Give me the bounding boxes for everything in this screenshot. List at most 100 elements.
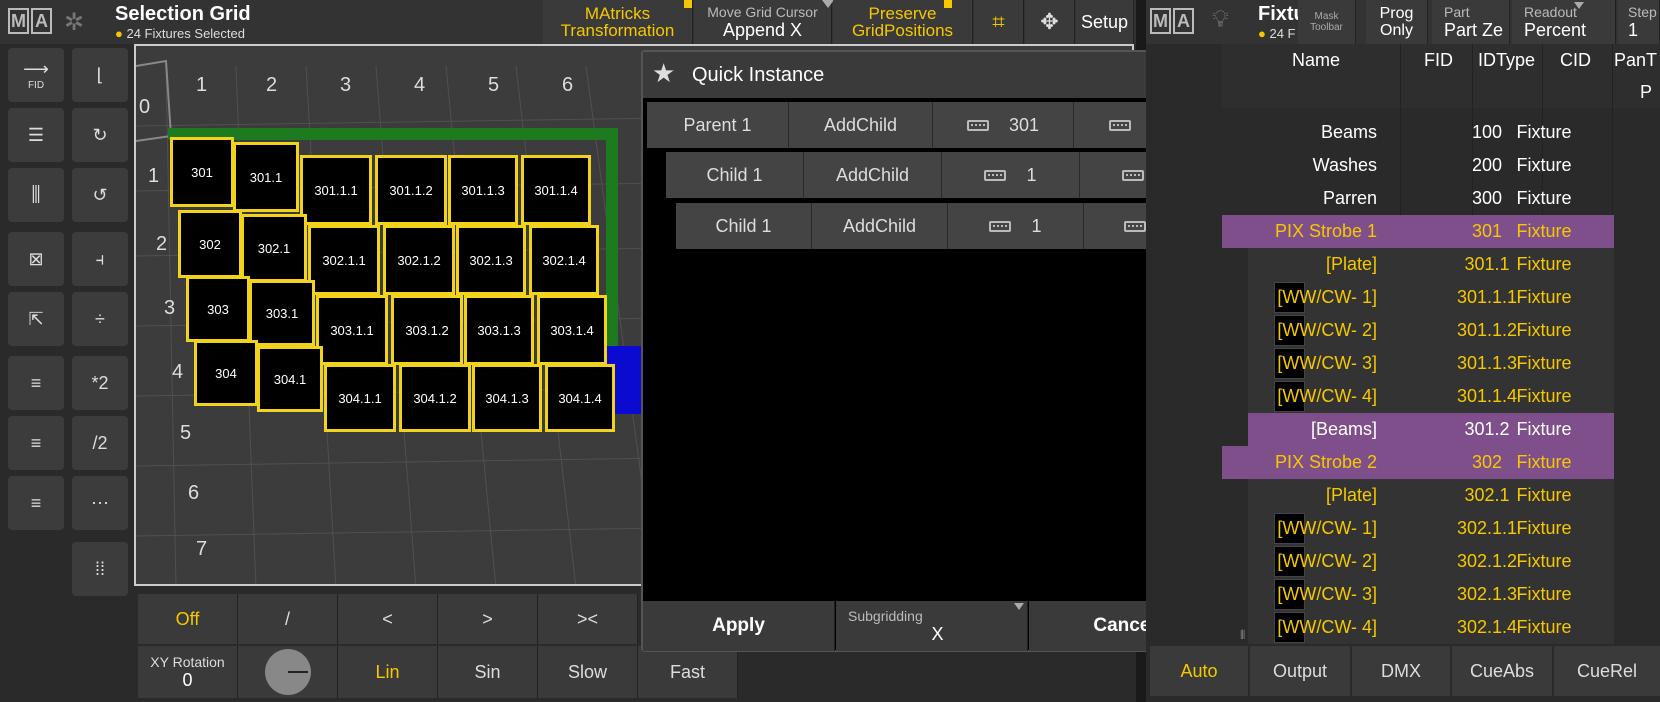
fixture-cell[interactable]: 301 bbox=[170, 137, 234, 207]
less-than-button[interactable]: < bbox=[338, 594, 438, 644]
tab-cuerel[interactable]: CueRel bbox=[1554, 646, 1660, 696]
table-row[interactable]: [WW/CW- 1] 301.1.1 Fixture bbox=[1222, 281, 1614, 314]
ma-logo[interactable]: MA bbox=[8, 8, 52, 34]
table-row[interactable]: PIX Strobe 2 302 Fixture bbox=[1222, 446, 1614, 479]
keyboard-icon[interactable] bbox=[989, 220, 1012, 232]
header-fid[interactable]: FID bbox=[1424, 50, 1453, 71]
multiply-2-button[interactable]: *2 bbox=[72, 356, 128, 410]
keyboard-icon[interactable] bbox=[966, 119, 989, 131]
fast-button[interactable]: Fast bbox=[638, 646, 738, 698]
fixture-cell[interactable]: 303.1.1 bbox=[316, 295, 388, 365]
fixture-cell[interactable]: 302.1.2 bbox=[383, 225, 455, 295]
table-row[interactable]: [WW/CW- 3] 302.1.3 Fixture bbox=[1222, 578, 1614, 611]
subgridding-select[interactable]: Subgridding X bbox=[836, 601, 1028, 651]
preserve-gridpositions-button[interactable]: Preserve GridPositions bbox=[833, 0, 973, 44]
slow-button[interactable]: Slow bbox=[538, 646, 638, 698]
shrink-icon[interactable]: ⊠ bbox=[8, 232, 64, 286]
rotate-cw-icon[interactable]: ↻ bbox=[72, 108, 128, 162]
fixture-cell[interactable]: 303 bbox=[186, 276, 250, 342]
move-arrows-icon[interactable]: ✥ bbox=[1025, 0, 1075, 44]
table-row[interactable]: [WW/CW- 1] 302.1.1 Fixture bbox=[1222, 512, 1614, 545]
rotation-dial[interactable] bbox=[238, 646, 338, 698]
readout-select[interactable]: Readout Percent bbox=[1512, 0, 1616, 44]
vertical-lines-icon[interactable]: ⫼ bbox=[8, 168, 64, 222]
move-grid-cursor-button[interactable]: Move Grid Cursor Append X bbox=[694, 0, 832, 44]
matricks-transformation-button[interactable]: MAtricks Transformation bbox=[543, 0, 693, 44]
align-lines-icon[interactable]: ☰ bbox=[8, 108, 64, 162]
fixture-cell[interactable]: 304.1.1 bbox=[324, 364, 396, 432]
fixture-cell[interactable]: 303.1.2 bbox=[391, 295, 463, 365]
fixture-cell[interactable]: 301.1.4 bbox=[521, 155, 591, 225]
fixture-cell[interactable]: 304.1.3 bbox=[472, 364, 542, 432]
table-row[interactable]: Parren 300 Fixture bbox=[1222, 182, 1614, 215]
table-row[interactable]: Beams 100 Fixture bbox=[1222, 116, 1614, 149]
row-name[interactable]: Child 1 bbox=[676, 203, 812, 249]
align-right-icon[interactable]: ≡ bbox=[8, 476, 64, 530]
tab-auto[interactable]: Auto bbox=[1150, 646, 1248, 696]
fixture-cell[interactable]: 304 bbox=[194, 340, 258, 406]
table-row[interactable]: [Plate] 301.1 Fixture bbox=[1222, 248, 1614, 281]
lin-button[interactable]: Lin bbox=[338, 646, 438, 698]
table-row[interactable]: PIX Strobe 1 301 Fixture bbox=[1222, 215, 1614, 248]
align-left-icon[interactable]: ≡ bbox=[8, 356, 64, 410]
sin-button[interactable]: Sin bbox=[438, 646, 538, 698]
fixture-cell[interactable]: 301.1.2 bbox=[375, 155, 447, 225]
table-row[interactable]: [WW/CW- 4] 302.1.4 Fixture bbox=[1222, 611, 1614, 644]
xy-rotation-field[interactable]: XY Rotation 0 bbox=[138, 646, 238, 698]
fixture-cell[interactable]: 302.1.3 bbox=[456, 225, 526, 295]
header-name[interactable]: Name bbox=[1292, 50, 1340, 71]
align-center-icon[interactable]: ≡ bbox=[8, 416, 64, 470]
fid-arrow-button[interactable]: ⟶ FID bbox=[8, 48, 64, 102]
row-name[interactable]: Child 1 bbox=[666, 152, 804, 198]
table-row[interactable]: [WW/CW- 3] 301.1.3 Fixture bbox=[1222, 347, 1614, 380]
table-row[interactable]: [WW/CW- 2] 302.1.2 Fixture bbox=[1222, 545, 1614, 578]
mask-toolbar-button[interactable]: Mask Toolbar bbox=[1298, 0, 1356, 44]
addchild-button[interactable]: AddChild bbox=[789, 102, 933, 148]
prog-only-button[interactable]: Prog Only bbox=[1366, 0, 1428, 44]
addchild-button[interactable]: AddChild bbox=[804, 152, 942, 198]
grid-mode-icon[interactable]: ⌗ bbox=[974, 0, 1024, 44]
scroll-handle[interactable]: ⦀ bbox=[1240, 628, 1276, 642]
part-select[interactable]: Part Part Ze bbox=[1432, 0, 1510, 44]
fixture-cell[interactable]: 304.1 bbox=[257, 346, 323, 412]
table-row[interactable]: [WW/CW- 2] 301.1.2 Fixture bbox=[1222, 314, 1614, 347]
fixture-cell[interactable]: 303.1.3 bbox=[464, 295, 534, 365]
grid-dots-icon[interactable]: ⁞⁞ bbox=[72, 542, 128, 596]
from-field[interactable]: 1 bbox=[948, 203, 1084, 249]
header-pant[interactable]: PanT bbox=[1614, 50, 1657, 71]
keyboard-icon[interactable] bbox=[1122, 169, 1145, 181]
setup-button[interactable]: Setup bbox=[1076, 0, 1134, 44]
divide-2-button[interactable]: /2 bbox=[72, 416, 128, 470]
off-button[interactable]: Off bbox=[138, 594, 238, 644]
addchild-button[interactable]: AddChild bbox=[812, 203, 948, 249]
from-field[interactable]: 1 bbox=[942, 152, 1080, 198]
fixture-cell[interactable]: 301.1 bbox=[233, 142, 299, 212]
header-p[interactable]: P bbox=[1640, 82, 1652, 103]
from-field[interactable]: 301 bbox=[933, 102, 1074, 148]
bulb-icon[interactable]: 💡︎ bbox=[1212, 6, 1229, 34]
slash-button[interactable]: / bbox=[238, 594, 338, 644]
apply-button[interactable]: Apply bbox=[643, 601, 835, 651]
tab-dmx[interactable]: DMX bbox=[1352, 646, 1450, 696]
table-row[interactable]: [Plate] 302.1 Fixture bbox=[1222, 479, 1614, 512]
keyboard-icon[interactable] bbox=[1124, 220, 1147, 232]
fixture-cell[interactable]: 302 bbox=[178, 210, 242, 278]
split-vertical-icon[interactable]: ⫞ bbox=[72, 232, 128, 286]
greater-than-button[interactable]: > bbox=[438, 594, 538, 644]
table-row[interactable]: Washes 200 Fixture bbox=[1222, 149, 1614, 182]
ma-logo[interactable]: MA bbox=[1150, 8, 1194, 34]
row-name[interactable]: Parent 1 bbox=[647, 102, 789, 148]
dots-icon[interactable]: ⋯ bbox=[72, 476, 128, 530]
converge-button[interactable]: >< bbox=[538, 594, 638, 644]
header-cid[interactable]: CID bbox=[1560, 50, 1591, 71]
fixture-cell[interactable]: 301.1.3 bbox=[448, 155, 518, 225]
tab-cueabs[interactable]: CueAbs bbox=[1452, 646, 1552, 696]
rotate-ccw-icon[interactable]: ↺ bbox=[72, 168, 128, 222]
corner-arrow-icon[interactable]: ⇱ bbox=[8, 292, 64, 346]
fixture-cell[interactable]: 301.1.1 bbox=[300, 155, 372, 225]
fixture-cell[interactable]: 303.1.4 bbox=[537, 295, 607, 365]
step-icon[interactable]: ⌊ bbox=[72, 48, 128, 102]
fixture-cell[interactable]: 304.1.4 bbox=[545, 364, 615, 432]
fixture-cell[interactable]: 304.1.2 bbox=[399, 364, 471, 432]
gear-icon[interactable]: ✲ bbox=[64, 8, 84, 37]
